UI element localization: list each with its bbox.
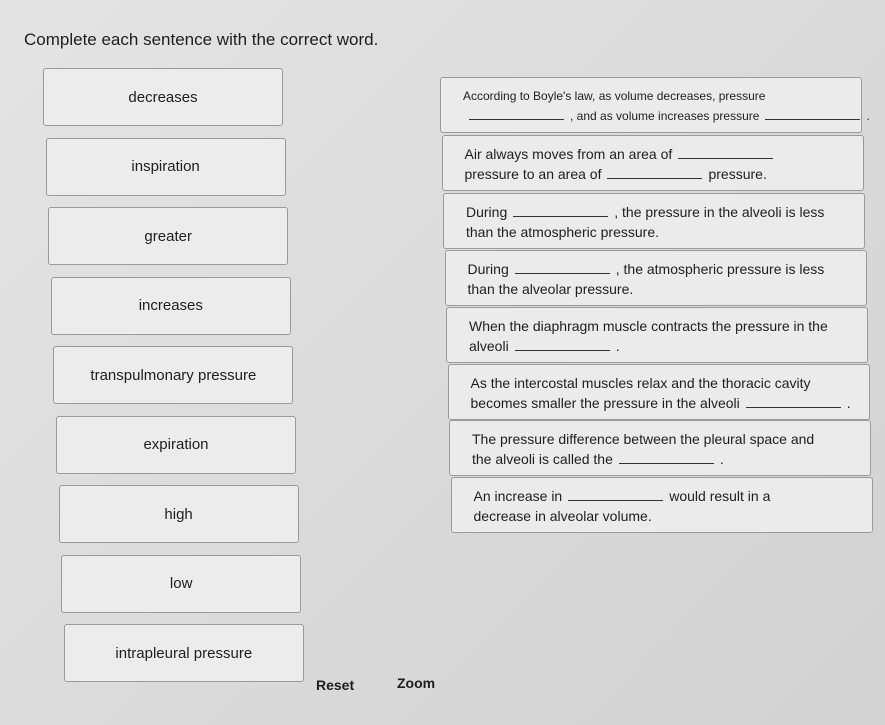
sentence-text: than the atmospheric pressure. — [466, 224, 659, 240]
sentence-line: According to Boyle's law, as volume decr… — [463, 86, 847, 106]
sentence-line: An increase in would result in a — [474, 486, 858, 506]
answer-blank-drop-zone[interactable] — [678, 145, 774, 159]
answer-blank-drop-zone[interactable] — [618, 450, 714, 464]
word-tile[interactable]: increases — [50, 276, 291, 335]
sentence-text: . — [615, 338, 620, 354]
answer-blank-drop-zone[interactable] — [513, 203, 609, 217]
sentence-line: As the intercostal muscles relax and the… — [471, 373, 855, 393]
sentence-text: During — [466, 204, 508, 220]
answer-blank-drop-zone[interactable] — [514, 260, 610, 274]
sentence-text: . — [866, 109, 870, 123]
sentence-line: the alveoli is called the. — [472, 449, 856, 469]
sentence-text: Air always moves from an area of — [464, 146, 673, 162]
sentence-line: , and as volume increases pressure. — [463, 106, 870, 126]
reset-button[interactable]: Reset — [316, 677, 354, 693]
sentence-box: During , the atmospheric pressure is less… — [444, 250, 867, 306]
word-tile[interactable]: intrapleural pressure — [63, 624, 304, 682]
sentence-line: than the atmospheric pressure. — [466, 222, 850, 242]
sentence-text: pressure to an area of — [464, 166, 602, 182]
word-tile[interactable]: expiration — [56, 415, 296, 474]
answer-blank-drop-zone[interactable] — [469, 106, 564, 120]
sentence-text: decrease in alveolar volume. — [473, 508, 652, 524]
sentence-text: alveoli — [469, 338, 509, 354]
answer-blank-drop-zone[interactable] — [607, 165, 703, 179]
zoom-button[interactable]: Zoom — [397, 675, 435, 691]
sentence-line: During , the atmospheric pressure is less — [468, 259, 852, 279]
answer-blank-drop-zone[interactable] — [765, 106, 861, 120]
word-tile[interactable]: transpulmonary pressure — [53, 346, 294, 404]
answer-blank-drop-zone[interactable] — [514, 337, 610, 351]
sentence-box: When the diaphragm muscle contracts the … — [446, 307, 868, 363]
sentence-box: Air always moves from an area of pressure… — [441, 135, 864, 191]
sentence-line: When the diaphragm muscle contracts the … — [469, 316, 853, 336]
sentence-text: According to Boyle's law, as volume decr… — [463, 89, 766, 103]
word-tile[interactable]: high — [58, 485, 299, 543]
sentence-line: decrease in alveolar volume. — [474, 506, 858, 526]
sentence-box: According to Boyle's law, as volume decr… — [440, 77, 870, 133]
answer-blank-drop-zone[interactable] — [568, 487, 664, 501]
page-title: Complete each sentence with the correct … — [24, 30, 379, 49]
sentence-text: the alveoli is called the — [472, 451, 613, 467]
word-tile[interactable]: greater — [48, 207, 289, 265]
sentence-text: As the intercostal muscles relax and the… — [470, 375, 811, 391]
sentence-box: The pressure difference between the pleu… — [449, 420, 871, 476]
sentence-text: , and as volume increases pressure — [570, 109, 760, 123]
sentence-text: , the pressure in the alveoli is less — [614, 204, 825, 220]
word-tile[interactable]: low — [61, 554, 302, 613]
sentence-text: pressure. — [708, 166, 767, 182]
word-tile[interactable]: inspiration — [45, 137, 286, 196]
sentence-box: An increase in would result in a decrease … — [450, 477, 873, 533]
sentence-line: During , the pressure in the alveoli is l… — [466, 202, 850, 222]
sentence-line: Air always moves from an area of — [465, 144, 849, 164]
sentence-text: The pressure difference between the pleu… — [472, 431, 815, 447]
sentence-text: During — [467, 261, 509, 277]
sentence-text: than the alveolar pressure. — [467, 281, 634, 297]
sentence-line: The pressure difference between the pleu… — [472, 429, 856, 449]
sentence-box: As the intercostal muscles relax and the… — [447, 364, 870, 420]
sentence-text: becomes smaller the pressure in the alve… — [470, 395, 740, 411]
sentence-text: would result in a — [669, 488, 771, 504]
sentence-box: During , the pressure in the alveoli is l… — [443, 193, 865, 249]
sentence-text: , the atmospheric pressure is less — [615, 261, 825, 277]
answer-blank-drop-zone[interactable] — [745, 394, 841, 408]
sentence-text: When the diaphragm muscle contracts the … — [469, 318, 828, 334]
sentence-text: . — [719, 451, 724, 467]
sentence-line: alveoli. — [469, 336, 853, 356]
sentence-text: . — [846, 395, 851, 411]
sentence-text: An increase in — [473, 488, 563, 504]
word-tile[interactable]: decreases — [43, 68, 283, 126]
sentence-line: than the alveolar pressure. — [468, 279, 852, 299]
sentence-line: pressure to an area of pressure. — [465, 164, 849, 184]
sentence-line: becomes smaller the pressure in the alve… — [471, 393, 855, 413]
